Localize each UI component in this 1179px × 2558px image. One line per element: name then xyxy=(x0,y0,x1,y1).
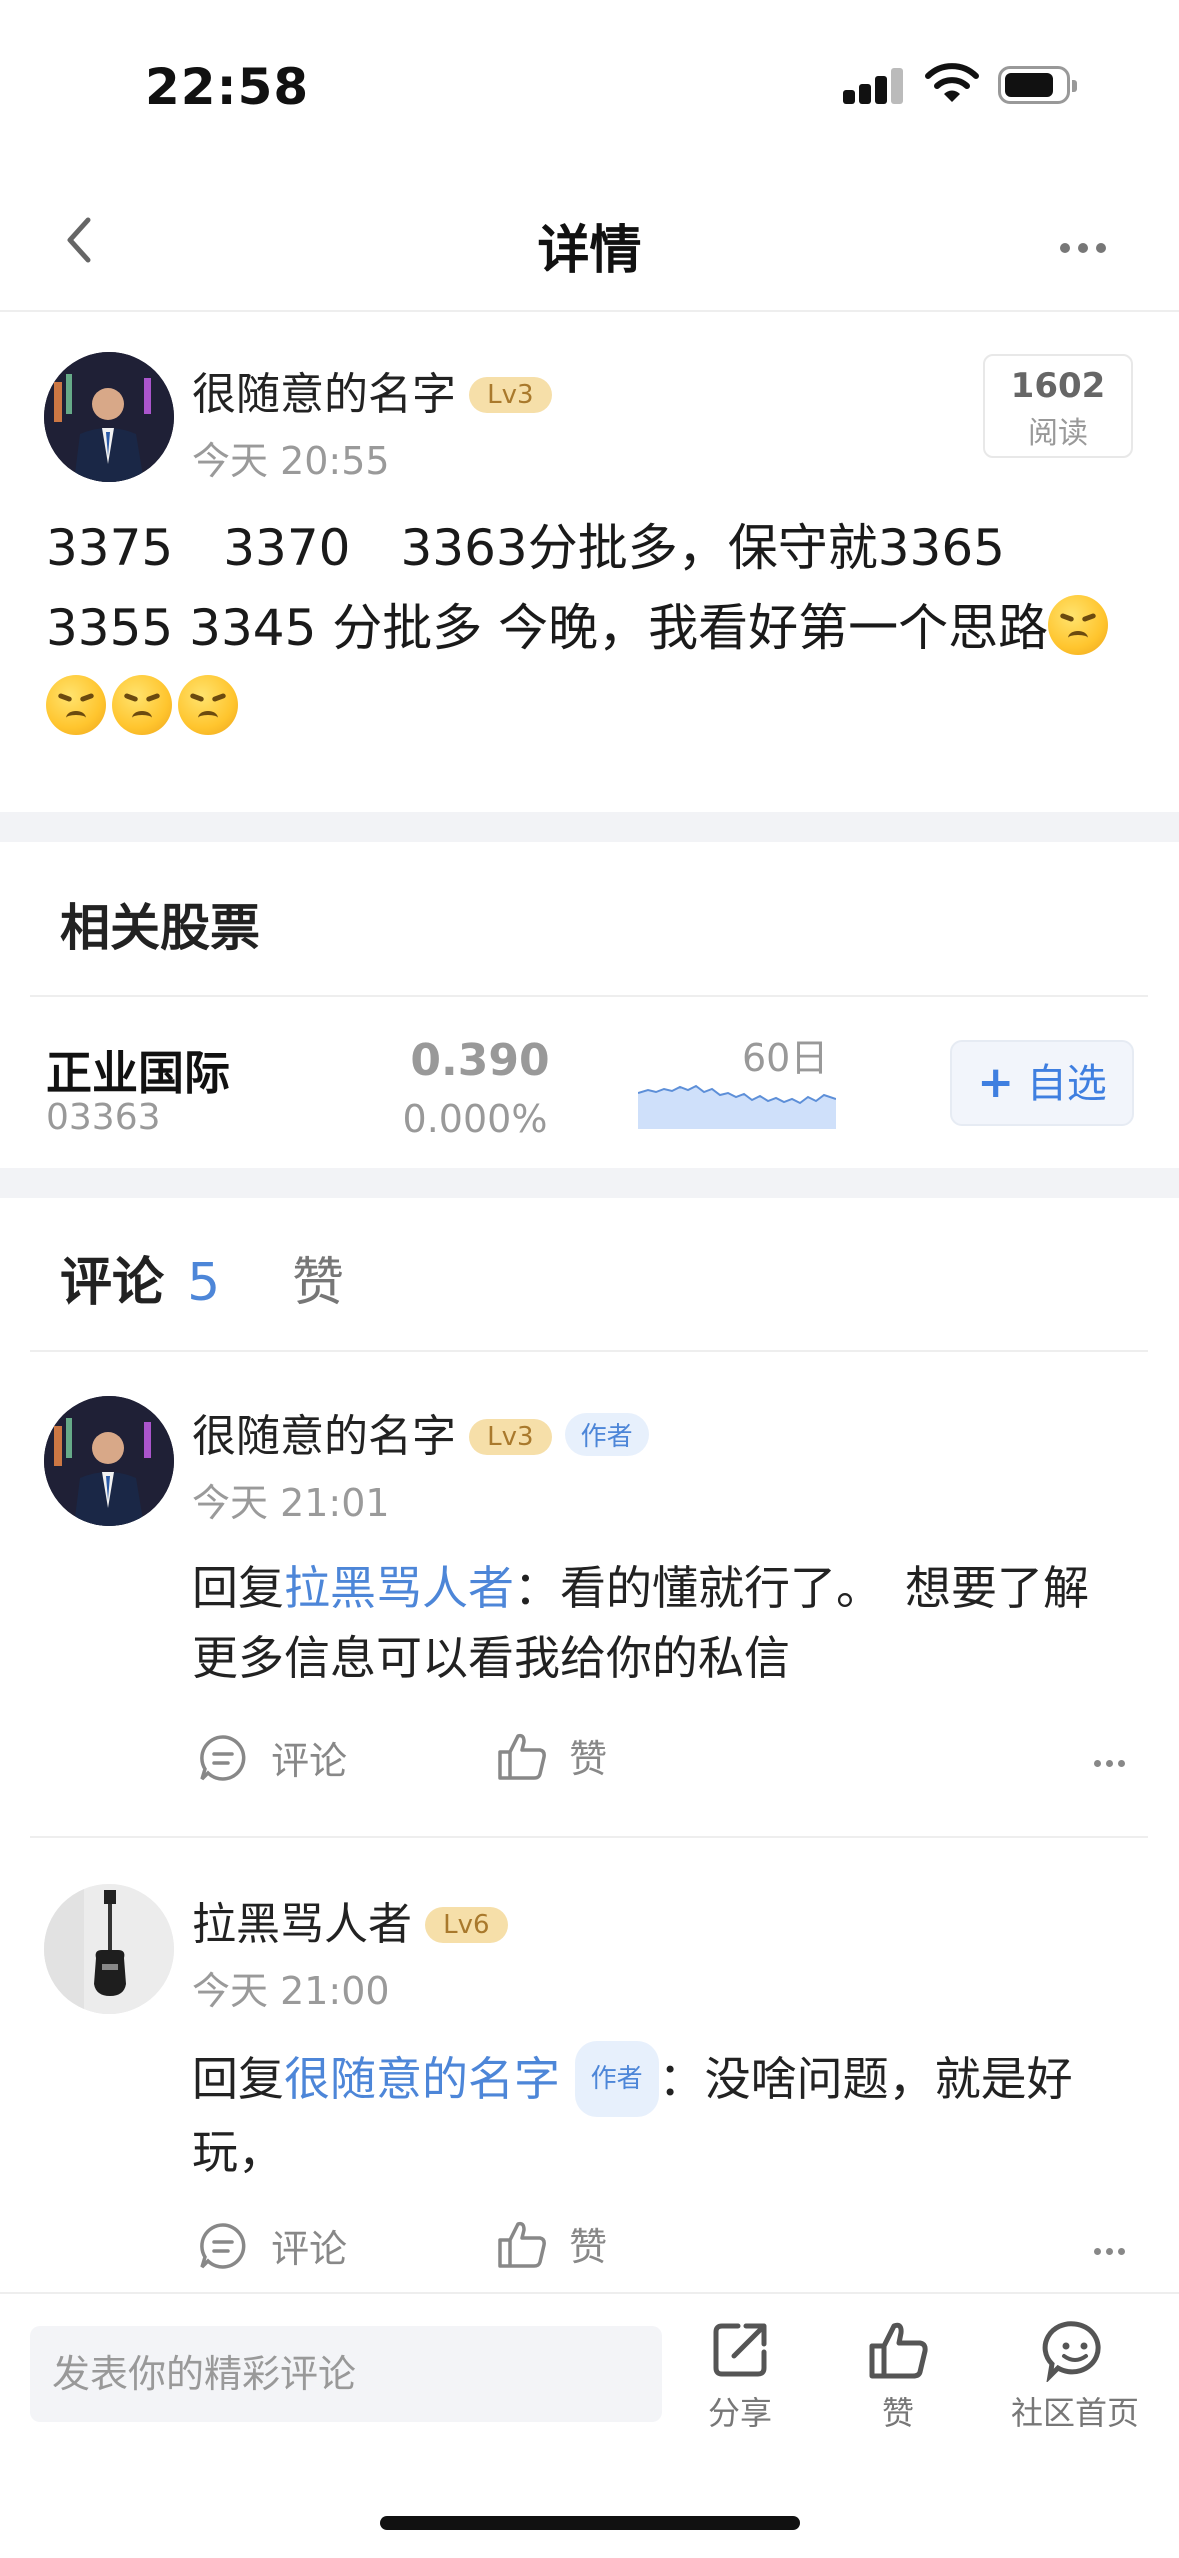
read-count-label: 阅读 xyxy=(1028,416,1088,451)
stock-code: 03363 xyxy=(46,1097,161,1138)
page-title: 详情 xyxy=(537,221,642,281)
reply-to-user-link[interactable]: 拉黑骂人者 xyxy=(284,1561,514,1615)
section-separator xyxy=(0,1168,1179,1198)
comment-bubble-icon xyxy=(200,1734,246,1781)
add-to-watchlist-button[interactable]: + 自选 xyxy=(950,1040,1134,1126)
tab-comments-label: 评论 xyxy=(60,1253,165,1313)
comment-like-button[interactable]: 赞 xyxy=(496,1728,607,1783)
like-post-button[interactable]: 赞 xyxy=(858,2318,938,2434)
reply-prefix: 回复 xyxy=(192,1561,284,1615)
thumbs-up-icon xyxy=(498,1733,546,1780)
huffing-face-emoji-icon xyxy=(178,675,238,735)
stock-price: 0.390 xyxy=(410,1035,550,1086)
comment-reply-button[interactable]: 评论 xyxy=(198,2218,347,2273)
huffing-face-emoji-icon xyxy=(1048,595,1109,655)
author-tag: 作者 xyxy=(564,1413,649,1456)
tabs-divider xyxy=(30,1350,1148,1352)
post-body: 3375 3370 3363分批多，保守就3365 3355 3345 分批多 … xyxy=(46,508,1136,748)
post-author-name[interactable]: 很随意的名字 xyxy=(192,369,456,420)
commenter-avatar[interactable] xyxy=(44,1884,174,2014)
chart-period-label: 60日 xyxy=(742,1036,829,1080)
level-badge: Lv3 xyxy=(469,377,552,413)
post-timestamp: 今天 20:55 xyxy=(192,439,390,483)
thumbs-up-icon xyxy=(869,2322,928,2379)
cellular-signal-icon xyxy=(843,68,903,104)
commenter-name[interactable]: 拉黑骂人者 xyxy=(192,1899,412,1950)
comment-text: 回复拉黑骂人者：看的懂就行了。 想要了解更多信息可以看我给你的私信 xyxy=(192,1553,1122,1693)
add-watchlist-label: 自选 xyxy=(1026,1061,1107,1107)
nav-divider xyxy=(0,310,1179,312)
like-action-label: 赞 xyxy=(569,2225,608,2269)
stock-sparkline xyxy=(638,1084,836,1129)
comment-divider xyxy=(30,1836,1148,1838)
comment-more-icon[interactable] xyxy=(1094,1752,1125,1771)
comment-timestamp: 今天 21:01 xyxy=(192,1481,390,1525)
stock-change: 0.000% xyxy=(402,1097,548,1141)
share-label: 分享 xyxy=(707,2394,772,2432)
read-count-box: 1602 阅读 xyxy=(983,354,1133,458)
status-time: 22:58 xyxy=(145,58,310,116)
commenter-avatar[interactable] xyxy=(44,1396,174,1526)
huffing-face-emoji-icon xyxy=(46,675,106,735)
comment-timestamp: 今天 21:00 xyxy=(192,1969,390,2013)
comment-action-label: 评论 xyxy=(271,1739,348,1783)
comment-more-icon[interactable] xyxy=(1094,2240,1125,2259)
comment-bubble-icon xyxy=(200,2222,246,2269)
community-chat-icon xyxy=(1042,2321,1101,2382)
wifi-icon xyxy=(925,63,979,102)
community-home-label: 社区首页 xyxy=(1010,2394,1139,2432)
reply-prefix: 回复 xyxy=(192,2052,284,2106)
read-count: 1602 xyxy=(1010,366,1106,406)
level-badge: Lv6 xyxy=(425,1907,508,1943)
like-action-label: 赞 xyxy=(569,1737,608,1781)
share-icon xyxy=(713,2323,767,2377)
section-separator xyxy=(0,812,1179,842)
comment-text: 回复很随意的名字 作者 ：没啥问题，就是好玩， xyxy=(192,2041,1122,2187)
more-options-icon[interactable] xyxy=(1060,238,1106,257)
community-home-button[interactable]: 社区首页 xyxy=(1000,2318,1150,2434)
comment-like-button[interactable]: 赞 xyxy=(496,2216,607,2271)
like-label: 赞 xyxy=(881,2394,914,2432)
tab-likes[interactable]: 赞 xyxy=(292,1240,344,1315)
author-avatar[interactable] xyxy=(44,352,174,482)
share-button[interactable]: 分享 xyxy=(700,2318,780,2434)
related-stocks-title: 相关股票 xyxy=(60,899,260,957)
comment-reply-button[interactable]: 评论 xyxy=(198,1730,347,1785)
reply-to-user-link[interactable]: 很随意的名字 xyxy=(284,2052,560,2106)
post-text: 3375 3370 3363分批多，保守就3365 3355 3345 分批多 … xyxy=(46,519,1055,657)
stock-name: 正业国际 xyxy=(46,1046,230,1100)
comment-action-label: 评论 xyxy=(271,2227,348,2271)
home-indicator xyxy=(380,2516,800,2530)
comment-count: 5 xyxy=(187,1253,221,1313)
tab-comments[interactable]: 评论 5 xyxy=(60,1240,220,1315)
author-tag: 作者 xyxy=(574,2041,659,2117)
battery-icon xyxy=(998,66,1077,104)
commenter-name[interactable]: 很随意的名字 xyxy=(192,1411,456,1462)
thumbs-up-icon xyxy=(498,2221,546,2268)
level-badge: Lv3 xyxy=(469,1419,552,1455)
huffing-face-emoji-icon xyxy=(112,675,172,735)
comment-input[interactable]: 发表你的精彩评论 xyxy=(30,2326,662,2422)
